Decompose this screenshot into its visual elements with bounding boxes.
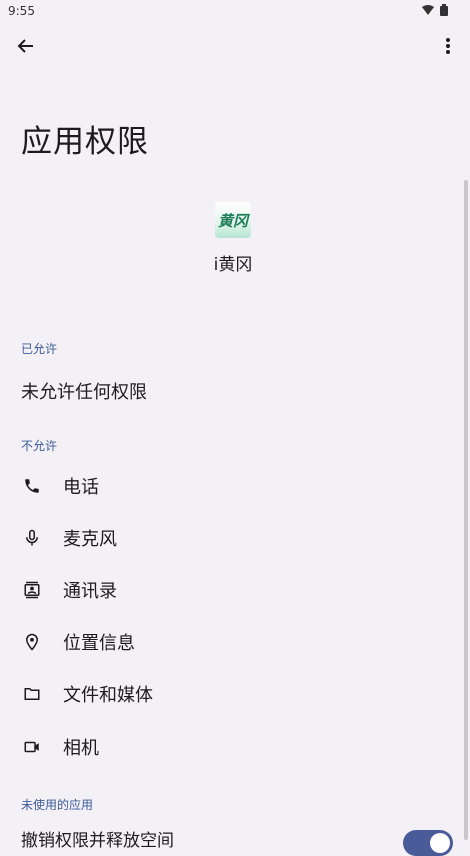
- camera-icon: [22, 737, 42, 757]
- permission-label: 相机: [63, 738, 99, 759]
- folder-icon: [22, 684, 42, 704]
- wifi-icon: [422, 5, 434, 15]
- app-icon: 黄冈: [215, 202, 251, 238]
- location-icon: [22, 632, 42, 652]
- permission-label: 电话: [63, 477, 99, 498]
- permission-item-microphone[interactable]: 麦克风: [0, 518, 466, 558]
- permission-item-contacts[interactable]: 通讯录: [0, 570, 466, 610]
- toolbar: [0, 28, 470, 64]
- section-header-denied: 不允许: [21, 439, 58, 453]
- more-options-button[interactable]: [434, 32, 462, 60]
- back-button[interactable]: [12, 32, 40, 60]
- app-icon-text: 黄冈: [217, 211, 248, 230]
- permission-item-location[interactable]: 位置信息: [0, 622, 466, 662]
- app-name: i黄冈: [213, 255, 253, 275]
- allowed-empty-text: 未允许任何权限: [21, 382, 147, 403]
- unused-apps-toggle[interactable]: [403, 830, 453, 856]
- status-time: 9:55: [8, 4, 35, 18]
- microphone-icon: [22, 528, 42, 548]
- phone-icon: [22, 476, 42, 496]
- status-icons: [422, 4, 448, 16]
- page-title: 应用权限: [21, 124, 149, 160]
- toggle-knob: [430, 833, 450, 853]
- section-header-unused: 未使用的应用: [21, 798, 94, 812]
- permission-label: 位置信息: [63, 633, 135, 654]
- status-bar: 9:55: [0, 0, 470, 24]
- permission-item-phone[interactable]: 电话: [0, 466, 466, 506]
- permission-label: 文件和媒体: [63, 685, 153, 706]
- unused-apps-toggle-label: 撤销权限并释放空间: [21, 831, 174, 851]
- permission-item-camera[interactable]: 相机: [0, 727, 466, 767]
- arrow-back-icon: [17, 39, 33, 53]
- permission-label: 麦克风: [63, 529, 117, 550]
- permission-label: 通讯录: [63, 581, 117, 602]
- battery-icon: [440, 4, 448, 16]
- contacts-icon: [22, 580, 42, 600]
- permission-item-files-media[interactable]: 文件和媒体: [0, 674, 466, 714]
- app-header: 黄冈 i黄冈: [0, 202, 466, 275]
- unused-apps-toggle-row[interactable]: 撤销权限并释放空间: [21, 826, 461, 856]
- section-header-allowed: 已允许: [21, 342, 58, 356]
- more-vert-icon: [446, 38, 450, 54]
